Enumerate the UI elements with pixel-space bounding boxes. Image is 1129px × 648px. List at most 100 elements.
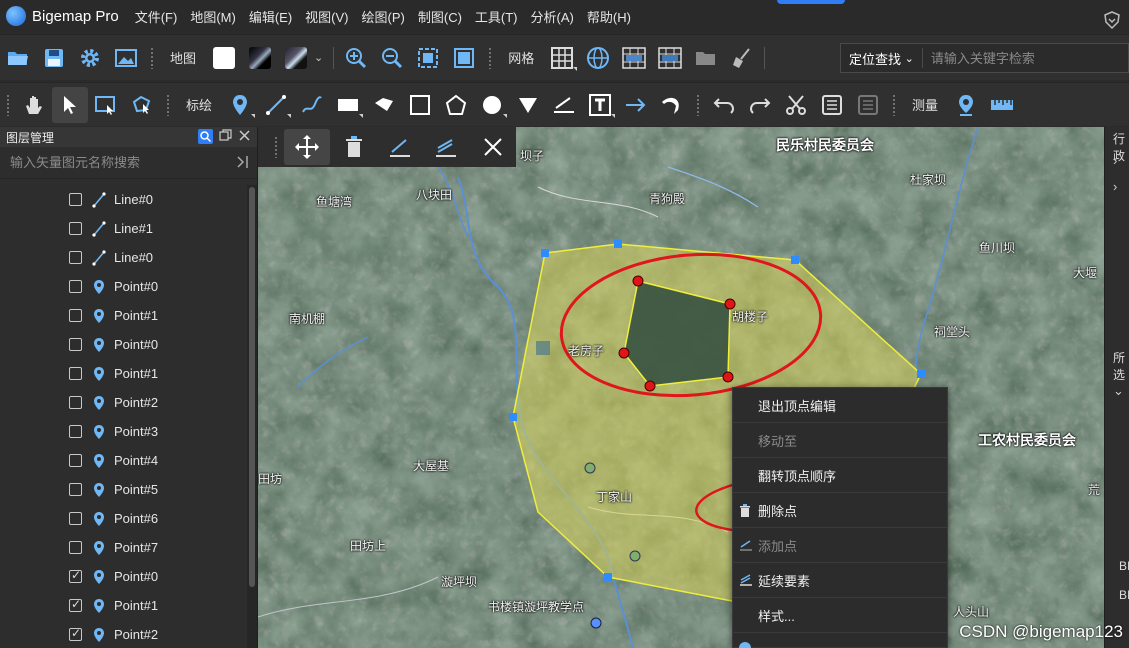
zoom-out-button[interactable] bbox=[374, 40, 410, 76]
draw-line-button[interactable] bbox=[258, 87, 294, 123]
draw-arrow-button[interactable] bbox=[618, 87, 654, 123]
layer-scrollbar-thumb[interactable] bbox=[249, 187, 255, 587]
draw-measure-line-button[interactable] bbox=[546, 87, 582, 123]
menu-file[interactable]: 文件(F) bbox=[135, 7, 178, 26]
layer-tree-item[interactable]: Point#6 bbox=[0, 504, 248, 533]
layer-visibility-checkbox[interactable] bbox=[69, 454, 82, 467]
layer-tree-item[interactable]: Line#1 bbox=[0, 214, 248, 243]
attribute-table-2-button[interactable] bbox=[850, 87, 886, 123]
layer-visibility-checkbox[interactable] bbox=[69, 396, 82, 409]
layer-tree-item[interactable]: Point#5 bbox=[0, 475, 248, 504]
restore-window-icon[interactable] bbox=[219, 129, 232, 142]
mapsheet-grid-button[interactable] bbox=[652, 40, 688, 76]
add-vertex-button[interactable] bbox=[377, 129, 423, 165]
chevron-down-icon[interactable]: ⌄ bbox=[1113, 383, 1124, 399]
latlng-grid-button[interactable] bbox=[580, 40, 616, 76]
chevron-right-icon[interactable]: › bbox=[1113, 153, 1117, 168]
layer-tree-item[interactable]: Point#0 bbox=[0, 562, 248, 591]
draw-rectangle-button[interactable] bbox=[330, 87, 366, 123]
menu-map[interactable]: 地图(M) bbox=[190, 7, 236, 26]
layer-tree-item[interactable]: Point#1 bbox=[0, 359, 248, 388]
map-satellite-basemap-button[interactable] bbox=[249, 46, 272, 69]
layer-tree-item[interactable]: Point#0 bbox=[0, 330, 248, 359]
layer-visibility-checkbox[interactable] bbox=[69, 425, 82, 438]
collapse-panel-icon[interactable] bbox=[235, 154, 249, 170]
continue-feature-button[interactable] bbox=[423, 129, 469, 165]
menu-draw[interactable]: 绘图(P) bbox=[362, 7, 405, 26]
keyword-search-input[interactable] bbox=[922, 50, 1103, 66]
menu-tools[interactable]: 工具(T) bbox=[475, 7, 518, 26]
fit-view-button[interactable] bbox=[446, 40, 482, 76]
map-dark-basemap-button[interactable] bbox=[285, 46, 308, 69]
map-white-basemap-button[interactable] bbox=[213, 46, 236, 69]
draw-pentagon-button[interactable] bbox=[438, 87, 474, 123]
settings-button[interactable] bbox=[72, 40, 108, 76]
folder-grid-button[interactable] bbox=[688, 40, 724, 76]
zoom-in-button[interactable] bbox=[338, 40, 374, 76]
add-point-menu-item[interactable]: 添加点 bbox=[733, 528, 947, 563]
layer-visibility-checkbox[interactable] bbox=[69, 309, 82, 322]
menu-cartography[interactable]: 制图(C) bbox=[418, 7, 462, 26]
measure-location-button[interactable] bbox=[948, 87, 984, 123]
layer-tree-item[interactable]: Point#1 bbox=[0, 591, 248, 620]
cut-button[interactable] bbox=[778, 87, 814, 123]
image-button[interactable] bbox=[108, 40, 144, 76]
close-icon[interactable] bbox=[238, 129, 251, 142]
layer-tree-item[interactable]: Point#2 bbox=[0, 620, 248, 648]
map-canvas[interactable]: 坝子 民乐村民委员会 八块田 鱼塘湾 青狗殿 杜家坝 鱼川坝 大堰 南机棚 老房… bbox=[258, 127, 1104, 648]
exit-vertex-edit-menu-item[interactable]: 退出顶点编辑 bbox=[733, 388, 947, 423]
menu-view[interactable]: 视图(V) bbox=[305, 7, 348, 26]
measure-distance-button[interactable] bbox=[984, 87, 1020, 123]
delete-vertex-button[interactable] bbox=[330, 129, 376, 165]
layer-visibility-checkbox[interactable] bbox=[69, 280, 82, 293]
redo-button[interactable] bbox=[742, 87, 778, 123]
layer-tree-item[interactable]: Point#7 bbox=[0, 533, 248, 562]
close-edit-button[interactable] bbox=[470, 129, 516, 165]
layer-tree-item[interactable]: Point#2 bbox=[0, 388, 248, 417]
feature-select-button[interactable] bbox=[124, 87, 160, 123]
clear-grid-button[interactable] bbox=[724, 40, 760, 76]
move-vertex-button[interactable] bbox=[283, 129, 331, 165]
layer-tree-item[interactable]: Point#0 bbox=[0, 272, 248, 301]
km-grid-button[interactable] bbox=[616, 40, 652, 76]
layer-visibility-checkbox[interactable] bbox=[69, 597, 82, 612]
draw-circle-button[interactable] bbox=[474, 87, 510, 123]
search-icon[interactable] bbox=[198, 129, 213, 144]
layer-tree-item[interactable]: Point#1 bbox=[0, 301, 248, 330]
draw-text-button[interactable] bbox=[582, 87, 618, 123]
layer-visibility-checkbox[interactable] bbox=[69, 222, 82, 235]
layer-tree-item[interactable]: Point#4 bbox=[0, 446, 248, 475]
draw-triangle-button[interactable] bbox=[510, 87, 546, 123]
zoom-extent-button[interactable] bbox=[410, 40, 446, 76]
draw-point-button[interactable] bbox=[222, 87, 258, 123]
layer-search-input[interactable] bbox=[10, 155, 210, 170]
shield-icon[interactable] bbox=[1103, 11, 1121, 29]
grid-button[interactable] bbox=[544, 40, 580, 76]
layer-tree-item[interactable]: Line#0 bbox=[0, 243, 248, 272]
image-select-button[interactable] bbox=[88, 87, 124, 123]
draw-freehand-button[interactable] bbox=[294, 87, 330, 123]
locate-dropdown[interactable]: 定位查找 ⌄ bbox=[841, 48, 923, 68]
select-button[interactable] bbox=[52, 86, 88, 123]
layer-visibility-checkbox[interactable] bbox=[69, 367, 82, 380]
open-folder-button[interactable] bbox=[0, 40, 36, 76]
menu-analysis[interactable]: 分析(A) bbox=[531, 7, 574, 26]
reverse-vertex-order-menu-item[interactable]: 翻转顶点顺序 bbox=[733, 458, 947, 493]
layer-visibility-checkbox[interactable] bbox=[69, 568, 82, 583]
chevron-down-icon[interactable]: ⌄ bbox=[314, 51, 323, 64]
layer-visibility-checkbox[interactable] bbox=[69, 251, 82, 264]
layer-tree-item[interactable]: Line#0 bbox=[0, 185, 248, 214]
delete-point-menu-item[interactable]: 删除点 bbox=[733, 493, 947, 528]
draw-square-button[interactable] bbox=[402, 87, 438, 123]
layer-visibility-checkbox[interactable] bbox=[69, 512, 82, 525]
menu-edit[interactable]: 编辑(E) bbox=[249, 7, 292, 26]
attribute-table-button[interactable] bbox=[814, 87, 850, 123]
layer-visibility-checkbox[interactable] bbox=[69, 338, 82, 351]
layer-visibility-checkbox[interactable] bbox=[69, 626, 82, 641]
draw-polygon-button[interactable] bbox=[366, 87, 402, 123]
move-to-menu-item[interactable]: 移动至 bbox=[733, 423, 947, 458]
style-menu-item[interactable]: 样式... bbox=[733, 598, 947, 633]
undo-button[interactable] bbox=[706, 87, 742, 123]
pan-button[interactable] bbox=[16, 87, 52, 123]
layer-visibility-checkbox[interactable] bbox=[69, 483, 82, 496]
